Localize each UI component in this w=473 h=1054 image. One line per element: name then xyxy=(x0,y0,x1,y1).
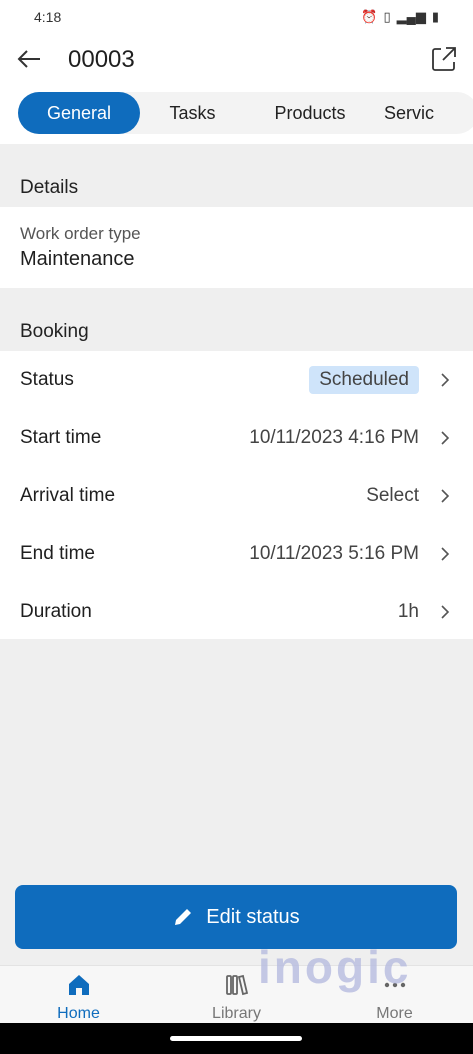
booking-row-status[interactable]: Status Scheduled xyxy=(0,351,473,409)
details-section-label: Details xyxy=(20,177,79,198)
tab-products[interactable]: Products xyxy=(250,92,370,134)
status-badge: Scheduled xyxy=(309,366,419,394)
details-card: Work order type Maintenance xyxy=(0,207,473,288)
arrival-time-value: Select xyxy=(366,485,419,506)
tab-general[interactable]: General xyxy=(18,92,140,134)
edit-status-label: Edit status xyxy=(206,905,300,928)
nav-library-label: Library xyxy=(212,1005,261,1022)
booking-row-duration[interactable]: Duration 1h xyxy=(0,583,473,641)
watermark-logo: inogic xyxy=(258,941,412,993)
page-title: 00003 xyxy=(68,46,135,73)
status-icons: ⏰ ▯ ▂▄▆ ▮ xyxy=(361,9,439,25)
tab-tasks[interactable]: Tasks xyxy=(140,92,245,134)
status-bar: 4:18 ⏰ ▯ ▂▄▆ ▮ xyxy=(0,0,473,36)
back-arrow-icon[interactable] xyxy=(14,44,44,74)
booking-row-start-time[interactable]: Start time 10/11/2023 4:16 PM xyxy=(0,409,473,467)
pencil-icon xyxy=(175,909,192,925)
gesture-bar xyxy=(0,1023,473,1054)
chevron-right-icon xyxy=(441,373,450,387)
battery-icon: ▮ xyxy=(431,9,439,24)
work-order-type-label: Work order type xyxy=(20,224,141,243)
nav-more-label: More xyxy=(376,1005,413,1022)
chevron-right-icon xyxy=(441,605,450,619)
nav-home-label: Home xyxy=(57,1005,100,1022)
chevron-right-icon xyxy=(441,547,450,561)
booking-row-end-time[interactable]: End time 10/11/2023 5:16 PM xyxy=(0,525,473,583)
work-order-type-value[interactable]: Maintenance xyxy=(20,248,135,271)
status-time: 4:18 xyxy=(34,9,62,25)
start-time-value: 10/11/2023 4:16 PM xyxy=(249,427,419,448)
open-external-icon[interactable] xyxy=(431,46,457,72)
start-time-label: Start time xyxy=(20,427,102,448)
status-label: Status xyxy=(20,369,74,390)
tab-services[interactable]: Servic xyxy=(384,92,473,134)
booking-card: Status Scheduled Start time 10/11/2023 4… xyxy=(0,351,473,639)
nav-home[interactable]: Home xyxy=(0,966,157,1024)
chevron-right-icon xyxy=(441,489,450,503)
booking-row-arrival-time[interactable]: Arrival time Select xyxy=(0,467,473,525)
end-time-value: 10/11/2023 5:16 PM xyxy=(249,543,419,564)
alarm-icon: ⏰ xyxy=(361,9,378,24)
home-icon xyxy=(68,975,89,995)
library-icon xyxy=(225,974,248,996)
duration-label: Duration xyxy=(20,601,92,622)
tab-list: General Tasks Products Servic xyxy=(18,92,473,134)
app-header: 00003 xyxy=(0,36,473,90)
arrival-time-label: Arrival time xyxy=(20,485,116,506)
tab-bar: General Tasks Products Servic xyxy=(0,90,473,144)
chevron-right-icon xyxy=(441,431,450,445)
vibrate-icon: ▯ xyxy=(383,9,391,24)
end-time-label: End time xyxy=(20,543,95,564)
signal-icon: ▂▄▆ xyxy=(396,9,426,24)
booking-section-label: Booking xyxy=(20,321,89,342)
duration-value: 1h xyxy=(397,601,419,622)
home-indicator[interactable] xyxy=(170,1036,302,1041)
